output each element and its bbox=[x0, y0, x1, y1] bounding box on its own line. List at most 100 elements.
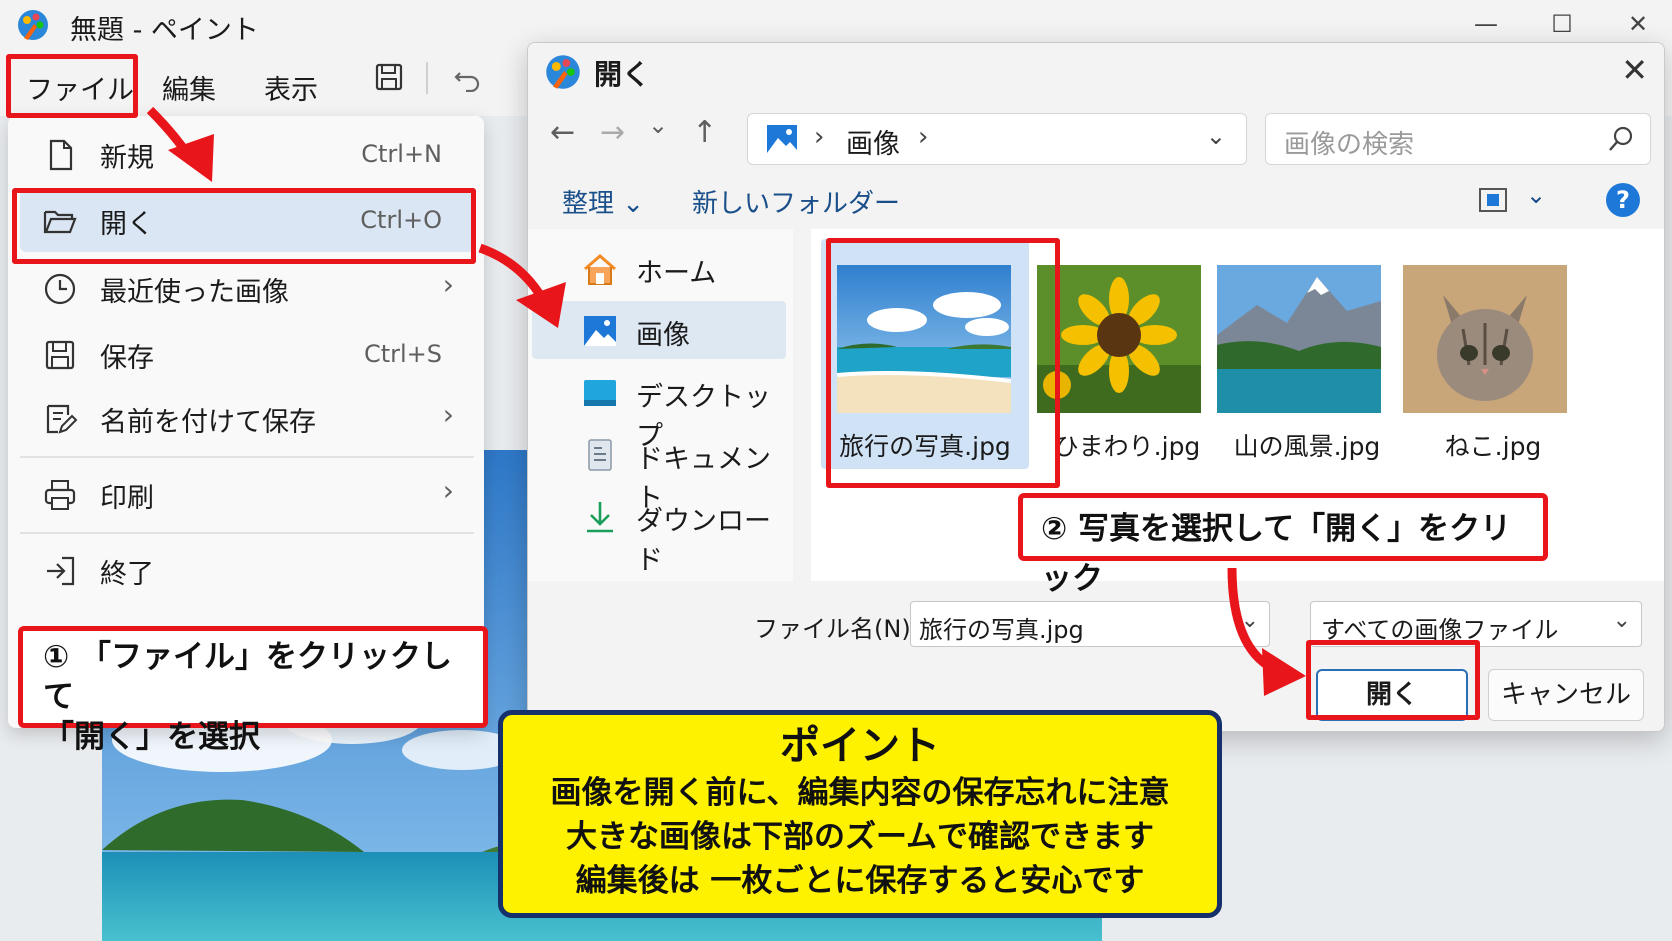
menu-item-save-as[interactable]: 名前を付けて保存 › bbox=[20, 388, 474, 450]
menu-item-label: 終了 bbox=[100, 559, 154, 590]
thumbnail-sunflower bbox=[1037, 265, 1201, 413]
menu-item-print[interactable]: 印刷 › bbox=[20, 464, 474, 526]
printer-icon bbox=[44, 480, 76, 510]
save-icon bbox=[45, 340, 75, 370]
nav-item-home[interactable]: ホーム bbox=[532, 239, 786, 297]
file-item-cat[interactable]: ねこ.jpg bbox=[1403, 239, 1603, 469]
back-button[interactable]: ← bbox=[550, 115, 575, 150]
dialog-title: 開く bbox=[594, 58, 651, 91]
menu-item-label: 印刷 bbox=[100, 483, 154, 514]
organize-button[interactable]: 整理 ⌄ bbox=[562, 183, 644, 220]
point-line: 画像を開く前に、編集内容の保存忘れに注意 bbox=[550, 775, 1170, 811]
navigation-pane: ホーム 画像 デスクトップ ドキュメント ダウンロード bbox=[528, 229, 793, 581]
breadcrumb-separator: › bbox=[814, 122, 825, 152]
point-line: 大きな画像は下部のズームで確認できます bbox=[565, 819, 1155, 855]
forward-button[interactable]: → bbox=[600, 115, 625, 150]
menu-divider bbox=[20, 456, 474, 458]
pictures-icon bbox=[767, 125, 797, 153]
chevron-right-icon: › bbox=[442, 474, 454, 507]
maximize-button[interactable]: ☐ bbox=[1542, 6, 1582, 42]
highlight-open-button bbox=[1306, 640, 1480, 720]
help-icon[interactable]: ? bbox=[1606, 183, 1640, 217]
new-folder-button[interactable]: 新しいフォルダー bbox=[692, 183, 900, 220]
menu-item-label: 新規 bbox=[100, 143, 154, 174]
menu-item-shortcut: Ctrl+S bbox=[363, 340, 442, 368]
window-title: 無題 - ペイント bbox=[70, 15, 259, 46]
view-options-icon[interactable] bbox=[1478, 185, 1508, 215]
callout-line: ① 「ファイル」をクリックして bbox=[43, 639, 453, 715]
toolbar-divider bbox=[426, 62, 428, 94]
chevron-down-icon: ⌄ bbox=[1612, 608, 1631, 633]
menu-item-label: 保存 bbox=[100, 343, 154, 374]
chevron-down-icon[interactable]: ⌄ bbox=[1526, 181, 1546, 209]
address-box[interactable]: › 画像 › ⌄ bbox=[747, 113, 1247, 165]
download-icon bbox=[587, 502, 613, 533]
menu-edit[interactable]: 編集 bbox=[162, 68, 216, 107]
home-icon bbox=[584, 254, 616, 285]
nav-item-documents[interactable]: ドキュメント bbox=[532, 425, 786, 514]
nav-item-desktop[interactable]: デスクトップ bbox=[532, 363, 786, 452]
exit-icon bbox=[47, 556, 75, 586]
point-line: 編集後は 一枚ごとに保存すると安心です bbox=[575, 863, 1145, 899]
breadcrumb-separator[interactable]: › bbox=[918, 122, 928, 152]
close-icon[interactable]: ✕ bbox=[1621, 51, 1648, 89]
minimize-button[interactable]: — bbox=[1466, 6, 1506, 42]
nav-item-downloads[interactable]: ダウンロード bbox=[532, 487, 786, 576]
search-placeholder: 画像の検索 bbox=[1284, 130, 1415, 160]
chevron-down-icon[interactable]: ⌄ bbox=[1206, 122, 1226, 150]
highlight-file-menu bbox=[6, 54, 138, 118]
desktop-icon bbox=[584, 380, 616, 406]
new-file-icon bbox=[49, 139, 73, 171]
filename-input[interactable]: 旅行の写真.jpg ⌄ bbox=[910, 601, 1270, 647]
nav-item-label: ダウンロード bbox=[636, 506, 771, 576]
paint-app-icon bbox=[546, 55, 580, 89]
menu-divider bbox=[20, 532, 474, 534]
menu-item-exit[interactable]: 終了 bbox=[20, 540, 474, 602]
thumbnail-kitten bbox=[1403, 265, 1567, 413]
menu-item-save[interactable]: 保存 Ctrl+S bbox=[20, 324, 474, 386]
step2-callout: ② 写真を選択して「開く」をクリック bbox=[1018, 493, 1548, 597]
close-button[interactable]: ✕ bbox=[1618, 6, 1658, 42]
menu-view[interactable]: 表示 bbox=[264, 68, 318, 107]
file-name: ねこ.jpg bbox=[1444, 432, 1542, 461]
chevron-right-icon: › bbox=[442, 268, 454, 301]
search-icon bbox=[1609, 126, 1633, 151]
breadcrumb-pictures[interactable]: 画像 bbox=[846, 122, 900, 161]
up-button[interactable]: ↑ bbox=[692, 115, 717, 150]
undo-icon[interactable] bbox=[452, 62, 482, 92]
highlight-travel-photo bbox=[826, 238, 1060, 488]
filename-value: 旅行の写真.jpg bbox=[919, 616, 1084, 644]
chevron-down-icon[interactable]: ⌄ bbox=[1241, 608, 1259, 633]
pictures-icon bbox=[584, 316, 616, 346]
nav-item-label: 画像 bbox=[636, 320, 690, 351]
thumbnail-mountain bbox=[1217, 265, 1381, 413]
open-file-dialog: 開く ✕ ← → ⌄ ↑ › 画像 › ⌄ 画像の検索 整理 ⌄ 新しいフォルダ… bbox=[527, 42, 1665, 732]
menu-item-shortcut: Ctrl+N bbox=[361, 140, 442, 168]
cancel-button[interactable]: キャンセル bbox=[1488, 669, 1644, 721]
recent-locations-button[interactable]: ⌄ bbox=[648, 111, 668, 139]
address-bar: ← → ⌄ ↑ › 画像 › ⌄ 画像の検索 bbox=[528, 99, 1664, 173]
search-box[interactable]: 画像の検索 bbox=[1265, 113, 1651, 165]
menu-item-label: 最近使った画像 bbox=[100, 277, 289, 308]
callout-line: 「開く」を選択 bbox=[43, 719, 260, 755]
paint-app-icon bbox=[18, 10, 48, 40]
filename-label: ファイル名(N): bbox=[754, 615, 919, 643]
point-title: ポイント bbox=[780, 723, 940, 769]
save-icon[interactable] bbox=[374, 62, 404, 92]
chevron-right-icon: › bbox=[442, 398, 454, 431]
highlight-open-item bbox=[12, 188, 476, 264]
menu-item-new[interactable]: 新規 Ctrl+N bbox=[20, 124, 474, 186]
nav-item-pictures[interactable]: 画像 bbox=[532, 301, 786, 359]
file-name: 山の風景.jpg bbox=[1233, 432, 1381, 461]
file-item-mountain[interactable]: 山の風景.jpg bbox=[1217, 239, 1417, 469]
menu-item-label: 名前を付けて保存 bbox=[100, 407, 316, 438]
document-icon bbox=[588, 439, 612, 471]
point-note-box: ポイント 画像を開く前に、編集内容の保存忘れに注意 大きな画像は下部のズームで確… bbox=[498, 710, 1222, 918]
command-bar: 整理 ⌄ 新しいフォルダー ⌄ ? bbox=[528, 173, 1664, 229]
step1-callout: ① 「ファイル」をクリックして 「開く」を選択 bbox=[18, 626, 488, 755]
dialog-title-bar: 開く ✕ bbox=[528, 43, 1664, 99]
clock-icon bbox=[44, 273, 76, 305]
menu-item-recent[interactable]: 最近使った画像 › bbox=[20, 258, 474, 320]
save-as-icon bbox=[46, 404, 78, 434]
nav-item-label: ホーム bbox=[636, 258, 717, 289]
